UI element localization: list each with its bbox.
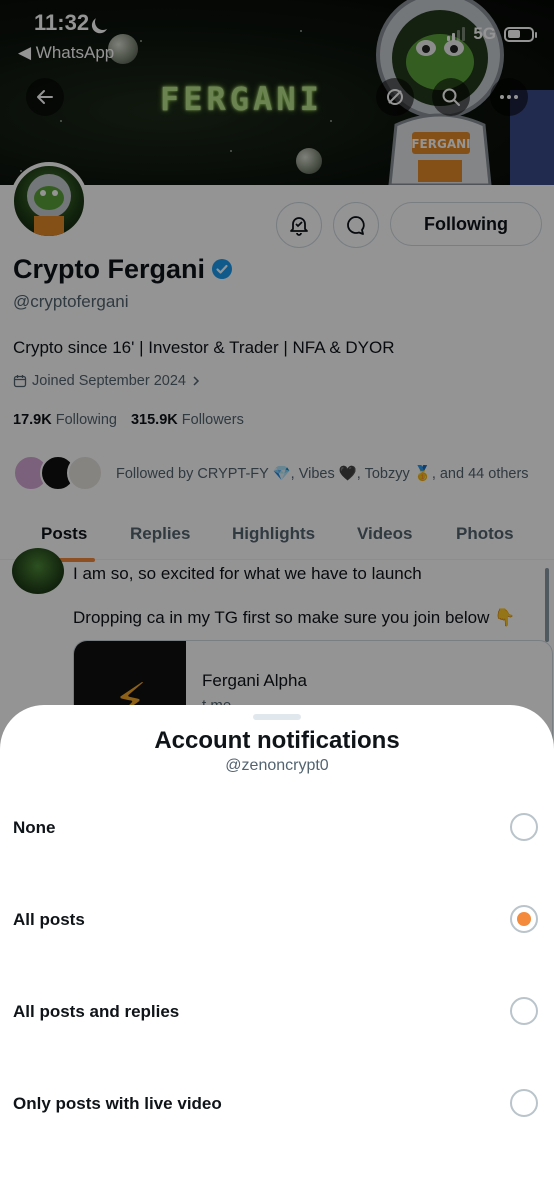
sheet-title: Account notifications	[154, 727, 400, 754]
option-all-posts-and-replies[interactable]: All posts and replies	[0, 982, 554, 1042]
radio-button[interactable]	[510, 1089, 538, 1117]
sheet-subtitle: @zenoncrypt0	[225, 757, 329, 774]
sheet-grabber[interactable]	[253, 714, 301, 720]
option-label: Only posts with live video	[13, 1094, 222, 1113]
radio-button-selected[interactable]	[510, 905, 538, 933]
option-label: None	[13, 818, 56, 837]
option-label: All posts and replies	[13, 1002, 180, 1021]
option-none[interactable]: None	[0, 798, 554, 858]
account-notifications-sheet: Account notifications @zenoncrypt0 None …	[0, 705, 554, 1199]
option-label: All posts	[13, 910, 85, 929]
option-live-video-only[interactable]: Only posts with live video	[0, 1074, 554, 1134]
radio-button[interactable]	[510, 813, 538, 841]
option-all-posts[interactable]: All posts	[0, 890, 554, 950]
radio-button[interactable]	[510, 997, 538, 1025]
